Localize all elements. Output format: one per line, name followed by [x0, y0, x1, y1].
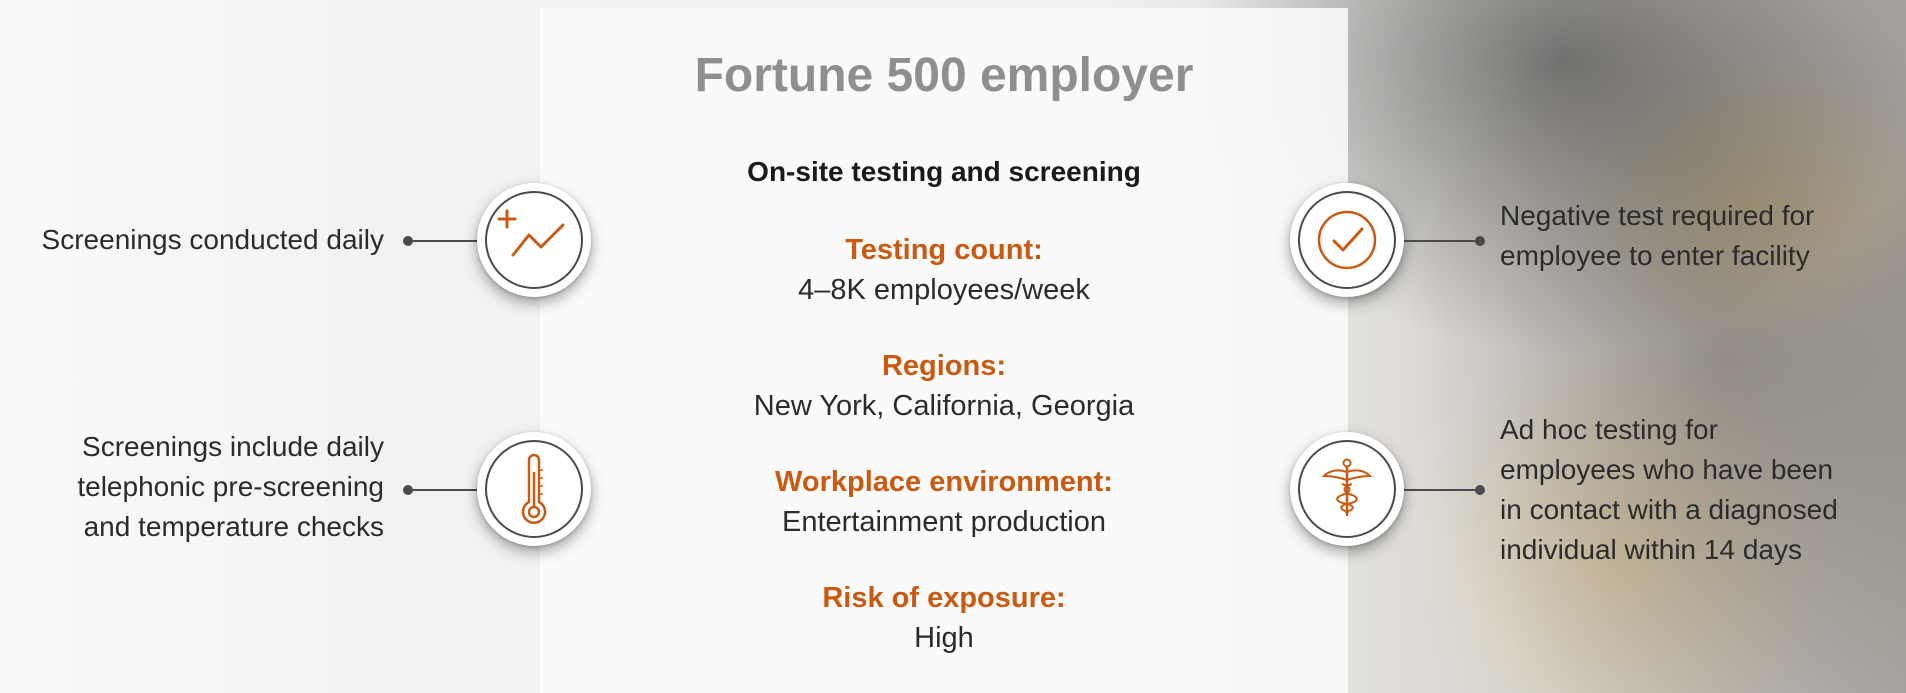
checkmark-icon [1290, 183, 1404, 297]
caduceus-glyph [1321, 458, 1373, 516]
left-item-daily-screenings: Screenings conducted daily [42, 220, 384, 260]
thermometer-icon [477, 432, 591, 546]
thermometer-glyph [521, 453, 547, 525]
connector-line [408, 489, 483, 491]
fact-workplace-environment: Workplace environment: Entertainment pro… [540, 462, 1348, 542]
fact-risk-of-exposure: Risk of exposure: High [540, 578, 1348, 658]
left-item-line: telephonic pre-screening [77, 471, 384, 502]
connector-line [1404, 240, 1480, 242]
caduceus-icon [1290, 432, 1404, 546]
page-subtitle: On-site testing and screening [747, 156, 1141, 187]
fact-label: Risk of exposure: [822, 582, 1066, 614]
right-item-line: Negative test required for [1500, 200, 1815, 231]
left-item-text: Screenings conducted daily [41, 224, 384, 255]
trend-chart-glyph [497, 209, 565, 257]
fact-label: Workplace environment: [775, 466, 1113, 498]
connector-dot [1475, 485, 1485, 495]
fact-value: New York, California, Georgia [753, 390, 1135, 422]
trend-chart-icon [477, 183, 591, 297]
left-item-line: and temperature checks [83, 511, 384, 542]
connector-line [1404, 489, 1480, 491]
left-item-line: Screenings include daily [82, 431, 384, 462]
connector-line [408, 240, 483, 242]
fact-value: 4–8K employees/week [798, 274, 1090, 306]
left-item-temperature-checks: Screenings include daily telephonic pre-… [77, 427, 384, 547]
right-item-line: individual within 14 days [1500, 534, 1802, 565]
page-title: Fortune 500 employer [694, 49, 1194, 102]
fact-label: Testing count: [845, 234, 1043, 266]
right-item-line: employees who have been [1500, 454, 1834, 485]
right-item-line: in contact with a diagnosed [1500, 494, 1838, 525]
fact-regions: Regions: New York, California, Georgia [540, 346, 1348, 426]
fact-label: Regions: [881, 350, 1007, 382]
fact-value: High [914, 622, 974, 654]
right-item-line: Ad hoc testing for [1500, 414, 1718, 445]
connector-dot [1475, 236, 1485, 246]
checkmark-glyph [1317, 210, 1377, 270]
right-item-negative-test: Negative test required for employee to e… [1500, 196, 1814, 276]
right-item-line: employee to enter facility [1500, 240, 1810, 271]
right-item-ad-hoc-testing: Ad hoc testing for employees who have be… [1500, 410, 1838, 570]
fact-value: Entertainment production [781, 506, 1107, 538]
fact-testing-count: Testing count: 4–8K employees/week [540, 230, 1348, 310]
